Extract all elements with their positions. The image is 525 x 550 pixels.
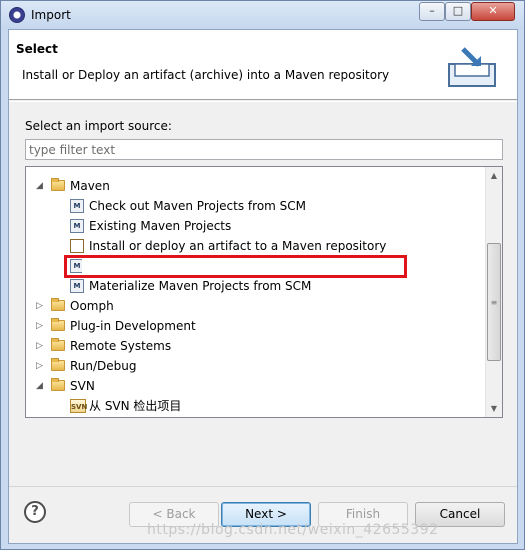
filter-input[interactable]	[25, 139, 503, 160]
collapsed-arrow-icon[interactable]: ▷	[36, 342, 44, 351]
finish-button[interactable]: Finish	[318, 502, 408, 527]
import-dialog: Import – □ ✕ Select Install or Deploy an…	[0, 0, 525, 550]
folder-icon	[51, 358, 65, 371]
tree-item-label: Existing Maven Projects	[89, 219, 232, 233]
maven-icon: M	[70, 199, 84, 213]
red-highlight-box	[64, 255, 407, 278]
tree-item-label: Oomph	[70, 299, 114, 313]
import-source-tree[interactable]: ◢ Maven M Check out Maven Projects from SCM…	[25, 166, 503, 418]
maximize-button[interactable]: □	[445, 2, 471, 21]
import-tray-icon	[448, 47, 496, 87]
back-button[interactable]: < Back	[129, 502, 219, 527]
scroll-down-arrow-icon[interactable]: ▼	[486, 400, 502, 417]
scroll-thumb[interactable]: ≡	[487, 243, 501, 361]
next-button[interactable]: Next >	[221, 502, 311, 527]
svn-icon: SVN	[70, 399, 87, 413]
collapsed-arrow-icon[interactable]: ▷	[36, 362, 44, 371]
close-button[interactable]: ✕	[471, 2, 515, 21]
tree-item[interactable]: ▷ Remote Systems	[26, 336, 485, 356]
maven-icon: M	[70, 279, 84, 293]
tree-item-label: Maven	[70, 179, 110, 193]
scroll-up-arrow-icon[interactable]: ▲	[486, 167, 502, 184]
tree-item-label: Plug-in Development	[70, 319, 196, 333]
tree-item[interactable]: SVN 从 SVN 检出项目	[26, 396, 485, 416]
minimize-button[interactable]: –	[419, 2, 445, 21]
tree-item-label: 从 SVN 检出项目	[89, 399, 182, 413]
tree-item-label: Install or deploy an artifact to a Maven…	[89, 239, 387, 253]
expanded-arrow-icon[interactable]: ◢	[36, 182, 44, 191]
artifact-icon	[70, 239, 84, 253]
tree-item-selected[interactable]: Install or deploy an artifact to a Maven…	[26, 236, 485, 256]
folder-icon	[51, 378, 65, 391]
tree-item-label: Tasks	[70, 416, 102, 417]
tree-item-label: Materialize Maven Projects from SCM	[89, 279, 312, 293]
tree-item-label: SVN	[70, 379, 95, 393]
footer-separator	[9, 486, 517, 487]
tree-item[interactable]: ▷ Run/Debug	[26, 356, 485, 376]
folder-icon	[51, 298, 65, 311]
tree-item[interactable]: M Materialize Maven Projects from SCM	[26, 276, 485, 296]
header-separator	[9, 101, 517, 102]
collapsed-arrow-icon[interactable]: ▷	[36, 322, 44, 331]
page-title: Select	[16, 42, 58, 56]
help-icon[interactable]: ?	[24, 501, 46, 523]
wizard-header: Select Install or Deploy an artifact (ar…	[9, 30, 517, 100]
tree-item[interactable]: ◢ SVN	[26, 376, 485, 396]
expanded-arrow-icon[interactable]: ◢	[36, 382, 44, 391]
window-title: Import	[31, 8, 71, 22]
tree-item[interactable]: M Check out Maven Projects from SCM	[26, 196, 485, 216]
folder-icon	[51, 178, 65, 191]
title-bar[interactable]: Import – □ ✕	[1, 1, 524, 29]
collapsed-arrow-icon[interactable]: ▷	[36, 302, 44, 311]
tree-item[interactable]: ▷ Plug-in Development	[26, 316, 485, 336]
page-description: Install or Deploy an artifact (archive) …	[22, 68, 390, 82]
eclipse-icon	[9, 7, 25, 23]
tree-item[interactable]: ▷ Oomph	[26, 296, 485, 316]
tree-item[interactable]: ◢ Maven	[26, 176, 485, 196]
folder-icon	[51, 318, 65, 331]
cancel-button[interactable]: Cancel	[415, 502, 505, 527]
vertical-scrollbar[interactable]: ▲ ≡ ▼	[485, 167, 502, 417]
tree-item-label: Run/Debug	[70, 359, 137, 373]
folder-icon	[51, 338, 65, 351]
tree-item[interactable]: ▷Tasks	[26, 416, 485, 417]
dialog-client: Select Install or Deploy an artifact (ar…	[8, 29, 518, 544]
maven-icon: M	[70, 219, 84, 233]
import-source-label: Select an import source:	[25, 119, 172, 133]
tree-item-label: Remote Systems	[70, 339, 172, 353]
tree-item-label: Check out Maven Projects from SCM	[89, 199, 307, 213]
tree-item[interactable]: M Existing Maven Projects	[26, 216, 485, 236]
